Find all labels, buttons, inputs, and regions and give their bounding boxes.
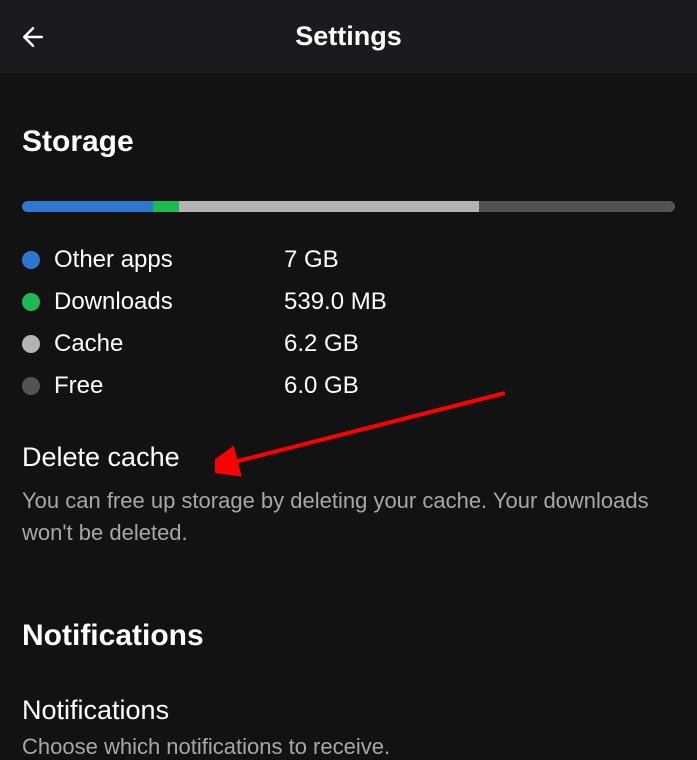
legend-dot-icon	[22, 335, 40, 353]
storage-usage-bar	[22, 201, 675, 212]
legend-row-other: Other apps 7 GB	[22, 246, 675, 274]
back-button[interactable]	[18, 22, 48, 52]
legend-value: 6.2 GB	[284, 330, 359, 358]
legend-dot-icon	[22, 251, 40, 269]
storage-legend: Other apps 7 GB Downloads 539.0 MB Cache…	[22, 246, 675, 400]
header-bar: Settings	[0, 0, 697, 73]
notifications-setting-row[interactable]: Notifications Choose which notifications…	[22, 695, 675, 760]
arrow-left-icon	[18, 22, 48, 52]
delete-cache-title: Delete cache	[22, 442, 675, 473]
legend-value: 539.0 MB	[284, 288, 387, 316]
legend-label: Cache	[54, 330, 284, 358]
storage-bar-downloads	[153, 201, 179, 212]
storage-bar-other	[22, 201, 153, 212]
delete-cache-desc: You can free up storage by deleting your…	[22, 485, 675, 549]
legend-row-downloads: Downloads 539.0 MB	[22, 288, 675, 316]
delete-cache-row[interactable]: Delete cache You can free up storage by …	[22, 442, 675, 549]
storage-section-title: Storage	[22, 125, 675, 159]
legend-dot-icon	[22, 377, 40, 395]
notifications-setting-desc: Choose which notifications to receive.	[22, 734, 675, 760]
storage-bar-free	[479, 201, 675, 212]
legend-row-cache: Cache 6.2 GB	[22, 330, 675, 358]
legend-value: 7 GB	[284, 246, 339, 274]
notifications-setting-title: Notifications	[22, 695, 675, 726]
legend-label: Downloads	[54, 288, 284, 316]
legend-label: Other apps	[54, 246, 284, 274]
legend-dot-icon	[22, 293, 40, 311]
notifications-section-title: Notifications	[22, 619, 675, 653]
legend-row-free: Free 6.0 GB	[22, 372, 675, 400]
legend-label: Free	[54, 372, 284, 400]
page-title: Settings	[20, 21, 677, 52]
storage-bar-cache	[179, 201, 479, 212]
legend-value: 6.0 GB	[284, 372, 359, 400]
